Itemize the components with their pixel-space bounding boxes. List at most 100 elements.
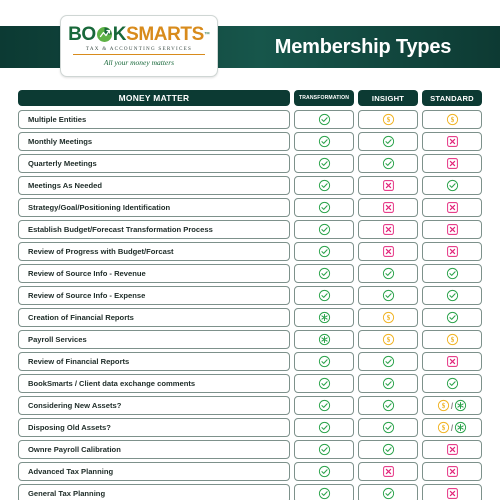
row-label-cell: Review of Financial Reports <box>18 352 290 371</box>
svg-text:$: $ <box>441 424 445 432</box>
cross-icon <box>446 443 459 456</box>
svg-text:$: $ <box>386 314 390 322</box>
mark-cell-insight <box>358 440 418 459</box>
row-label-text: Quarterly Meetings <box>28 159 97 168</box>
asterisk-icon <box>318 333 331 346</box>
row-label-cell: Review of Source Info - Revenue <box>18 264 290 283</box>
row-label-text: Review of Progress with Budget/Forcast <box>28 247 174 256</box>
logo-text-smarts: SMARTS <box>126 24 204 45</box>
mark-cell-insight <box>358 220 418 239</box>
row-label-text: Review of Financial Reports <box>28 357 130 366</box>
mark-cell-transformation <box>294 418 354 437</box>
mark-cell-standard <box>422 352 482 371</box>
check-icon <box>318 267 331 280</box>
table-row: Advanced Tax Planning <box>18 462 482 481</box>
row-label-text: Disposing Old Assets? <box>28 423 111 432</box>
mark-cell-insight <box>358 352 418 371</box>
dollar-icon: $ <box>437 421 450 434</box>
mark-cell-insight <box>358 264 418 283</box>
table-row: Multiple Entities $ $ <box>18 110 482 129</box>
check-icon <box>446 311 459 324</box>
row-label-cell: Establish Budget/Forecast Transformation… <box>18 220 290 239</box>
mark-cell-insight <box>358 132 418 151</box>
table-row: Review of Source Info - Revenue <box>18 264 482 283</box>
mark-cell-standard <box>422 374 482 393</box>
table-row: Review of Source Info - Expense <box>18 286 482 305</box>
mark-cell-insight: $ <box>358 110 418 129</box>
row-label-text: Ownre Payroll Calibration <box>28 445 121 454</box>
check-icon <box>318 465 331 478</box>
check-icon <box>318 421 331 434</box>
check-icon <box>382 443 395 456</box>
check-icon <box>382 355 395 368</box>
logo-tagline: All your money matters <box>103 58 175 67</box>
mark-cell-transformation <box>294 308 354 327</box>
header-column-transformation: TRANSFORMATION <box>294 90 354 106</box>
svg-text:$: $ <box>441 402 445 410</box>
mark-cell-transformation <box>294 220 354 239</box>
svg-text:$: $ <box>450 336 454 344</box>
mark-cell-standard: $ / <box>422 396 482 415</box>
cross-icon <box>382 179 395 192</box>
mark-cell-transformation <box>294 352 354 371</box>
row-label-cell: Multiple Entities <box>18 110 290 129</box>
mark-cell-insight <box>358 242 418 261</box>
mark-cell-transformation <box>294 484 354 500</box>
mark-cell-standard <box>422 462 482 481</box>
cross-icon <box>446 465 459 478</box>
check-icon <box>318 179 331 192</box>
row-label-cell: General Tax Planning <box>18 484 290 500</box>
row-label-text: Monthly Meetings <box>28 137 93 146</box>
table-row: Monthly Meetings <box>18 132 482 151</box>
check-icon <box>318 355 331 368</box>
check-icon <box>382 421 395 434</box>
mark-cell-insight <box>358 154 418 173</box>
svg-text:$: $ <box>450 116 454 124</box>
mark-cell-standard <box>422 132 482 151</box>
cross-icon <box>446 223 459 236</box>
mark-cell-standard: $ <box>422 330 482 349</box>
booksmarts-logo: BO K SMARTS ™ TAX & ACCOUNTING SERVICES … <box>60 15 218 77</box>
check-icon <box>446 267 459 280</box>
check-icon <box>382 135 395 148</box>
asterisk-icon <box>454 421 467 434</box>
mark-cell-insight <box>358 484 418 500</box>
header-money-matter: MONEY MATTER <box>18 90 290 106</box>
header-column-standard: STANDARD <box>422 90 482 106</box>
mark-cell-transformation <box>294 176 354 195</box>
mark-cell-insight <box>358 462 418 481</box>
dollar-icon: $ <box>437 399 450 412</box>
row-label-text: Considering New Assets? <box>28 401 122 410</box>
table-row: Payroll Services $ $ <box>18 330 482 349</box>
asterisk-icon <box>454 399 467 412</box>
row-label-cell: Payroll Services <box>18 330 290 349</box>
row-label-cell: Disposing Old Assets? <box>18 418 290 437</box>
row-label-text: Strategy/Goal/Positioning Identification <box>28 203 171 212</box>
logo-trademark-icon: ™ <box>203 31 210 38</box>
cross-icon <box>382 201 395 214</box>
check-icon <box>318 377 331 390</box>
logo-globe-icon <box>96 26 113 43</box>
check-icon <box>446 289 459 302</box>
svg-text:$: $ <box>386 336 390 344</box>
row-label-cell: Creation of Financial Reports <box>18 308 290 327</box>
mark-cell-transformation <box>294 154 354 173</box>
mark-cell-standard <box>422 220 482 239</box>
slash-separator: / <box>450 422 454 433</box>
mark-cell-transformation <box>294 396 354 415</box>
mark-cell-standard <box>422 154 482 173</box>
check-icon <box>318 157 331 170</box>
header-column-insight: INSIGHT <box>358 90 418 106</box>
mark-cell-standard <box>422 176 482 195</box>
check-icon <box>382 487 395 500</box>
table-header-row: MONEY MATTER TRANSFORMATION INSIGHT STAN… <box>18 90 482 106</box>
cross-icon <box>446 157 459 170</box>
mark-cell-insight <box>358 286 418 305</box>
table-row: Disposing Old Assets? $ / <box>18 418 482 437</box>
cross-icon <box>446 245 459 258</box>
mark-cell-insight <box>358 418 418 437</box>
check-icon <box>318 135 331 148</box>
table-row: Review of Progress with Budget/Forcast <box>18 242 482 261</box>
row-label-cell: Strategy/Goal/Positioning Identification <box>18 198 290 217</box>
cross-icon <box>382 465 395 478</box>
